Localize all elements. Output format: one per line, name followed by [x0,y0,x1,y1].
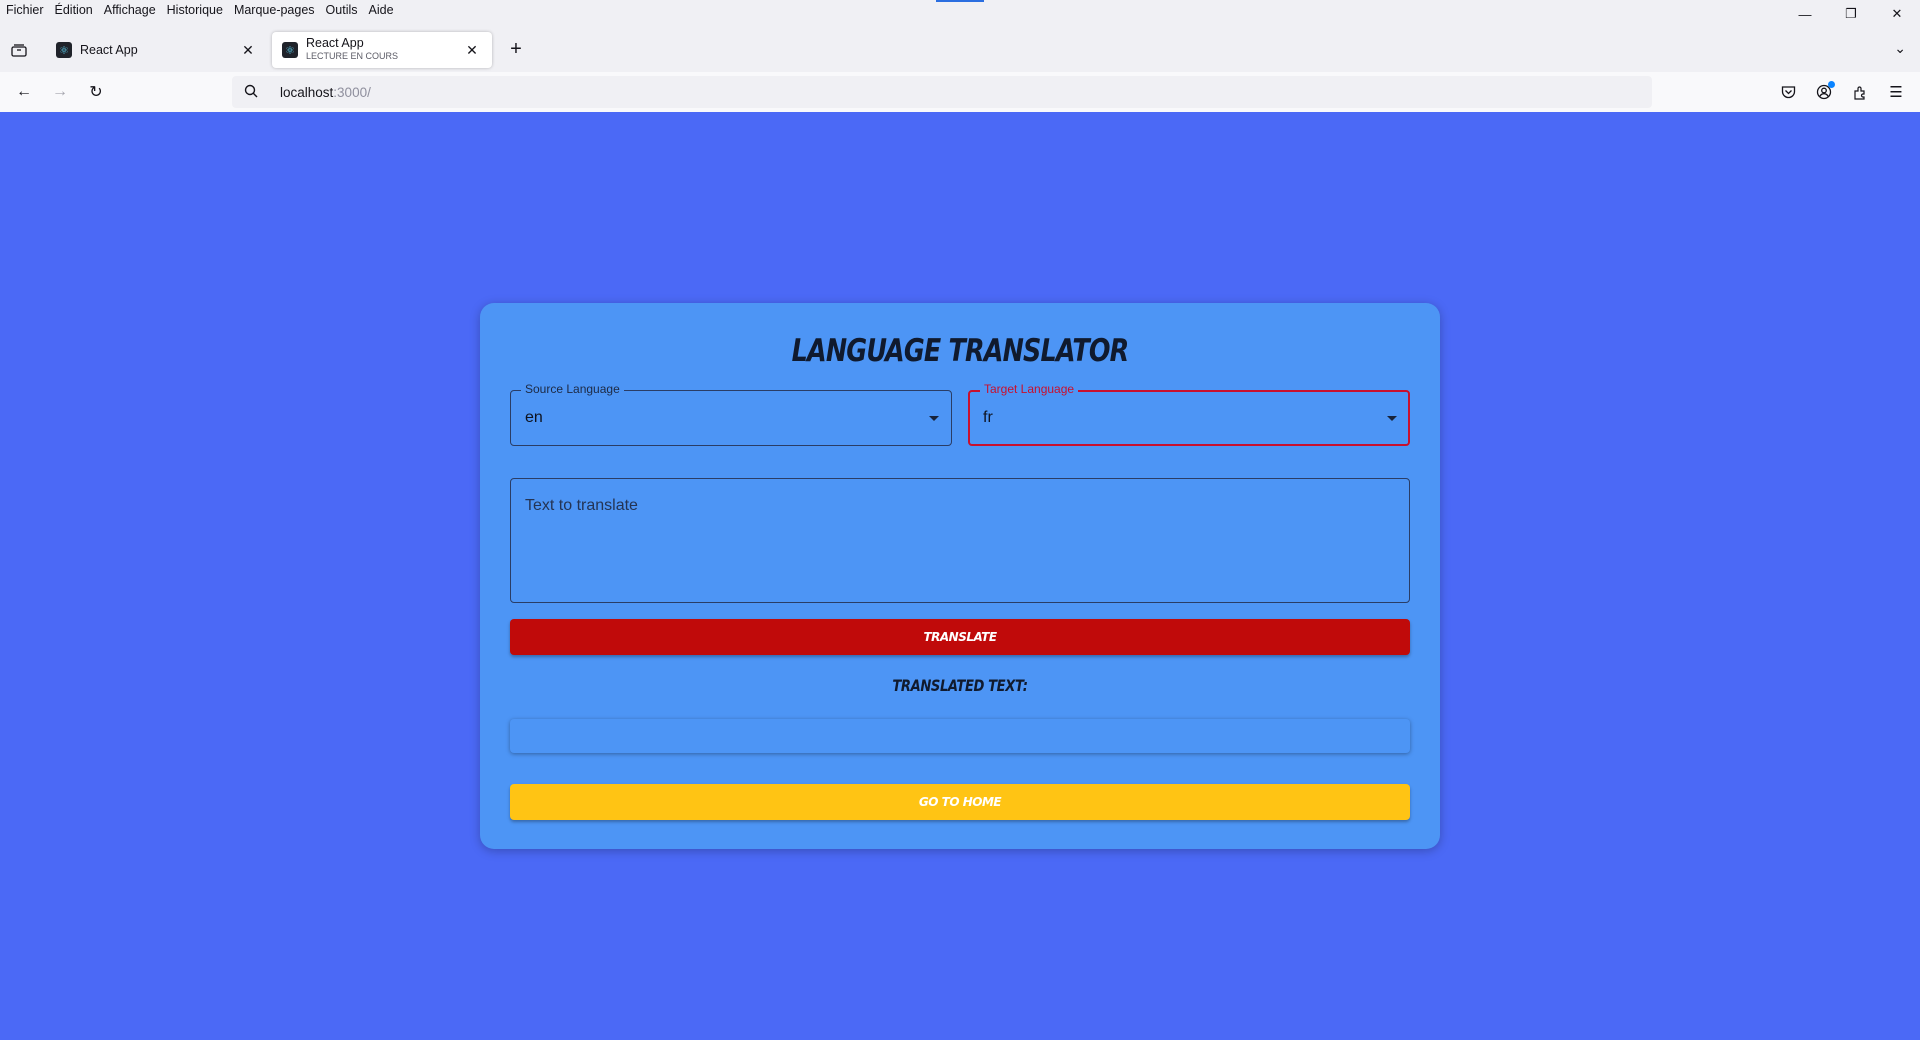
translate-button[interactable]: Translate [510,619,1410,655]
toolbar-actions: ☰ [1764,80,1908,104]
back-icon[interactable]: ← [12,80,36,104]
source-language-label: Source Language [521,382,624,396]
forward-icon[interactable]: → [48,80,72,104]
hamburger-menu-icon[interactable]: ☰ [1884,80,1908,104]
translated-text-heading: Translated Text: [892,676,1028,695]
target-language-label: Target Language [980,382,1079,396]
target-language-value: fr [983,409,993,426]
tab-react-app-active[interactable]: ⚛ React App LECTURE EN COURS ✕ [272,32,492,68]
menu-history[interactable]: Historique [167,3,223,17]
browser-chrome: Fichier Édition Affichage Historique Mar… [0,0,1920,112]
source-language-select[interactable]: Source Language en [510,382,952,446]
menu-bookmarks[interactable]: Marque-pages [234,3,315,17]
go-to-home-button[interactable]: Go to Home [510,784,1410,820]
address-bar[interactable]: localhost:3000/ [232,76,1652,108]
reload-icon[interactable]: ↻ [84,80,108,104]
restore-icon[interactable]: ❐ [1828,0,1874,28]
url-path: :3000/ [333,84,371,100]
translated-text-output [510,719,1410,753]
translator-card: Language Translator Source Language en T… [480,303,1440,849]
target-language-select[interactable]: Target Language fr [968,382,1410,446]
navigation-bar: ← → ↻ localhost:3000/ ☰ [0,72,1920,112]
react-favicon-icon: ⚛ [56,42,72,58]
search-icon [244,84,262,101]
menu-view[interactable]: Affichage [104,3,156,17]
account-icon[interactable] [1812,80,1836,104]
page-title: Language Translator [791,333,1130,369]
tab-close-icon[interactable]: ✕ [462,42,482,59]
window-drag-indicator [936,0,984,2]
tab-title: React App [306,36,364,50]
source-language-value: en [525,409,543,426]
menu-bar: Fichier Édition Affichage Historique Mar… [0,0,405,20]
tab-groups-icon[interactable] [8,40,30,60]
menu-help[interactable]: Aide [369,3,394,17]
text-input-placeholder: Text to translate [525,497,638,514]
chevron-down-icon [1387,416,1397,421]
pocket-icon[interactable] [1776,80,1800,104]
close-window-icon[interactable]: ✕ [1874,0,1920,28]
menu-edit[interactable]: Édition [55,3,93,17]
tab-close-icon[interactable]: ✕ [238,42,258,59]
tab-playing-status: LECTURE EN COURS [306,51,399,61]
tab-react-app[interactable]: ⚛ React App ✕ [46,32,268,68]
extensions-icon[interactable] [1848,80,1872,104]
new-tab-icon[interactable]: + [504,38,528,62]
react-favicon-icon: ⚛ [282,42,298,58]
menu-tools[interactable]: Outils [326,3,358,17]
tab-strip: ⚛ React App ✕ ⚛ React App LECTURE EN COU… [0,30,1920,70]
window-controls: — ❐ ✕ [1782,0,1920,28]
tab-title: React App [80,42,138,57]
text-to-translate-input[interactable]: Text to translate [510,478,1410,603]
url-host: localhost [280,84,334,100]
list-all-tabs-icon[interactable]: ⌄ [1894,40,1906,57]
menu-file[interactable]: Fichier [6,3,44,17]
minimize-icon[interactable]: — [1782,0,1828,28]
chevron-down-icon [929,416,939,421]
